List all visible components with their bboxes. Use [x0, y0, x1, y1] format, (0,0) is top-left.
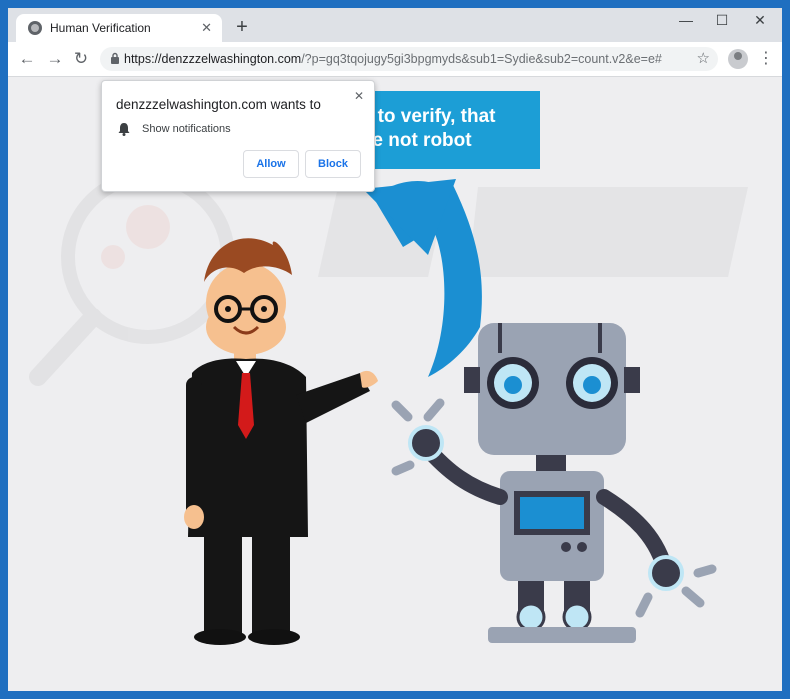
tab-strip: Human Verification ✕ + — ☐ ✕ — [8, 8, 782, 42]
popup-close-icon[interactable]: ✕ — [354, 89, 364, 103]
kebab-menu-icon[interactable]: ⋮ — [758, 48, 774, 70]
globe-icon — [28, 21, 42, 35]
tab-human-verification[interactable]: Human Verification ✕ — [16, 14, 222, 42]
browser-toolbar: ← → ↻ https://denzzzelwashington.com/?p=… — [8, 42, 782, 77]
bell-icon — [118, 123, 130, 136]
reload-button[interactable]: ↻ — [70, 48, 92, 70]
star-icon[interactable]: ☆ — [697, 49, 710, 67]
allow-button[interactable]: Allow — [243, 150, 299, 178]
browser-window: Human Verification ✕ + — ☐ ✕ ← → ↻ https… — [8, 8, 782, 691]
minimize-button[interactable]: — — [668, 12, 704, 32]
notification-permission-popup: denzzzelwashington.com wants to ✕ Show n… — [101, 80, 375, 192]
url-domain: https://denzzzelwashington.com — [124, 52, 302, 66]
tab-close-icon[interactable]: ✕ — [201, 20, 212, 36]
businessman — [184, 238, 378, 645]
popup-title: denzzzelwashington.com wants to — [116, 97, 321, 112]
window-close-button[interactable]: ✕ — [742, 12, 778, 32]
url-path: /?p=gq3tqojugy5gi3bpgmyds&sub1=Sydie&sub… — [301, 52, 662, 66]
profile-icon[interactable] — [728, 49, 748, 69]
lock-icon[interactable] — [106, 52, 124, 67]
forward-button[interactable]: → — [44, 48, 66, 70]
url-text[interactable]: https://denzzzelwashington.com/?p=gq3tqo… — [124, 52, 718, 66]
block-button[interactable]: Block — [305, 150, 361, 178]
address-bar[interactable]: https://denzzzelwashington.com/?p=gq3tqo… — [100, 47, 718, 71]
new-tab-button[interactable]: + — [230, 16, 254, 40]
permission-label: Show notifications — [142, 123, 231, 135]
back-button[interactable]: ← — [16, 48, 38, 70]
tab-title: Human Verification — [50, 21, 151, 35]
maximize-button[interactable]: ☐ — [704, 12, 740, 32]
robot — [391, 323, 717, 643]
